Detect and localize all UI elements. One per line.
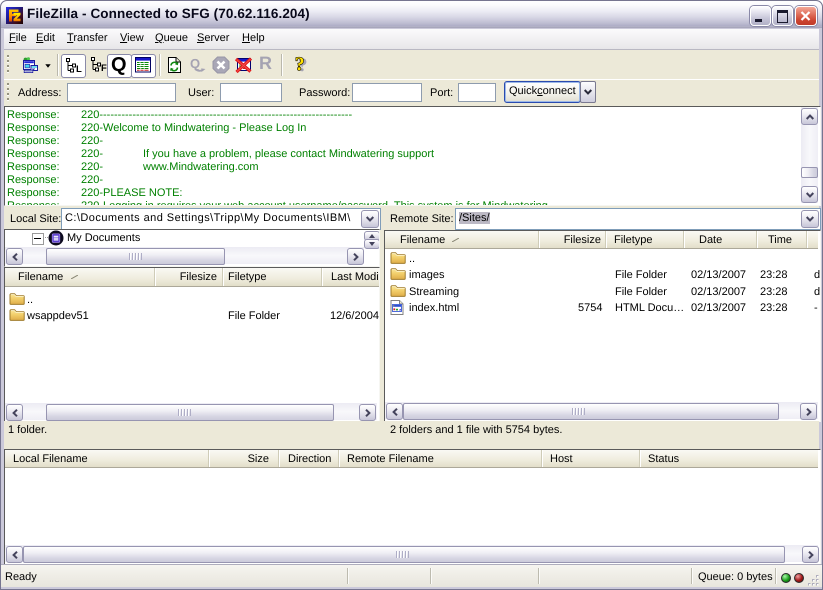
svg-text:?: ?: [295, 55, 305, 75]
svg-text:Q: Q: [190, 56, 200, 71]
